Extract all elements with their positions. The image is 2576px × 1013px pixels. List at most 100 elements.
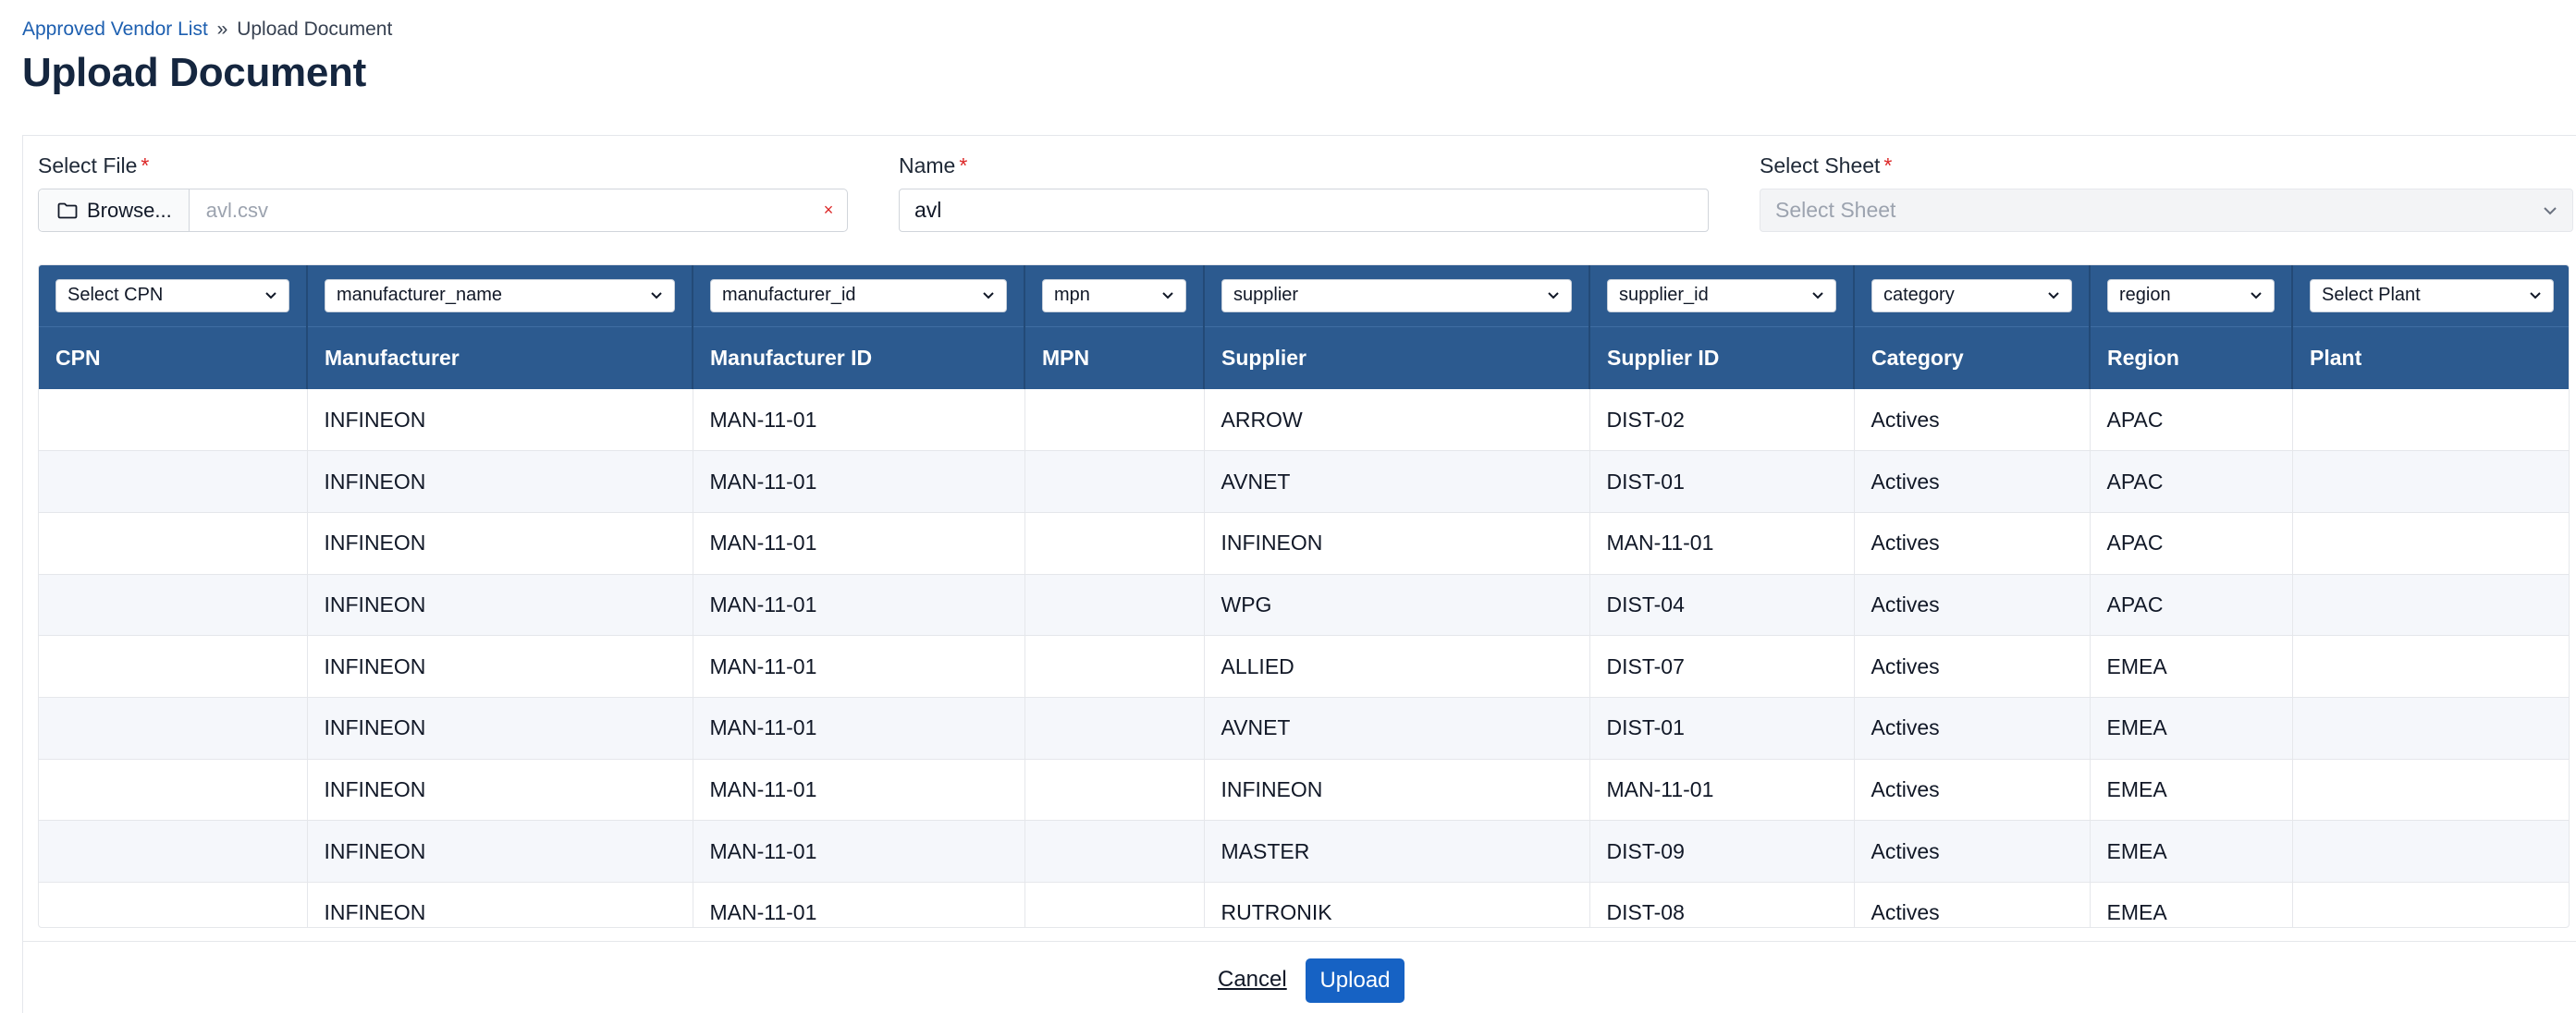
table-cell: APAC xyxy=(2090,512,2293,575)
table-cell xyxy=(2292,389,2569,452)
column-mapping-value: supplier xyxy=(1233,285,1299,306)
file-picker: Browse... avl.csv × xyxy=(38,189,848,232)
column-mapping-value: mpn xyxy=(1054,285,1090,306)
table-row: INFINEON MAN-11-01 ARROW DIST-02 Actives APAC xyxy=(39,389,2569,452)
browse-button[interactable]: Browse... xyxy=(39,189,190,231)
table-cell: WPG xyxy=(1204,574,1590,637)
table-cell xyxy=(1024,635,1205,698)
table-cell xyxy=(1024,512,1205,575)
table-cell: INFINEON xyxy=(307,450,693,513)
chevron-down-icon xyxy=(1812,292,1823,299)
breadcrumb-separator: » xyxy=(216,18,228,40)
table-cell: MAN-11-01 xyxy=(693,882,1025,927)
table-cell: RUTRONIK xyxy=(1204,882,1590,927)
table-row: INFINEON MAN-11-01 MASTER DIST-09 Actives EME… xyxy=(39,820,2569,883)
table-cell: APAC xyxy=(2090,450,2293,513)
table-cell: EMEA xyxy=(2090,882,2293,927)
table-cell: DIST-01 xyxy=(1589,450,1855,513)
column-header-plant: Plant xyxy=(2292,325,2569,389)
name-input[interactable] xyxy=(899,189,1709,232)
table-cell xyxy=(2292,882,2569,927)
table-cell: DIST-04 xyxy=(1589,574,1855,637)
column-header-supplier: Supplier xyxy=(1204,325,1590,389)
table-cell xyxy=(2292,635,2569,698)
selected-file-name: avl.csv xyxy=(205,198,268,222)
table-cell: Actives xyxy=(1854,512,2091,575)
table-cell xyxy=(2292,512,2569,575)
table-cell: APAC xyxy=(2090,389,2293,452)
mapping-cell: Select CPN xyxy=(39,265,308,326)
column-mapping-select-category[interactable]: category xyxy=(1871,278,2072,312)
table-cell: MAN-11-01 xyxy=(693,697,1025,760)
table-cell: DIST-02 xyxy=(1589,389,1855,452)
table-cell: INFINEON xyxy=(307,512,693,575)
table-cell: INFINEON xyxy=(1204,512,1590,575)
table-cell: Actives xyxy=(1854,389,2091,452)
select-file-label-text: Select File xyxy=(38,153,138,177)
table-cell xyxy=(2292,697,2569,760)
column-mapping-value: category xyxy=(1883,285,1955,306)
mapping-cell: region xyxy=(2090,265,2293,326)
column-mapping-value: Select Plant xyxy=(2322,285,2421,306)
table-cell: DIST-08 xyxy=(1589,882,1855,927)
cancel-button[interactable]: Cancel xyxy=(1218,967,1287,993)
column-mapping-row: Select CPN manufacturer_name manufacture… xyxy=(39,265,2569,326)
select-sheet-dropdown[interactable]: Select Sheet xyxy=(1760,189,2573,232)
table-cell: Actives xyxy=(1854,574,2091,637)
table-row: INFINEON MAN-11-01 WPG DIST-04 Actives APAC xyxy=(39,574,2569,637)
table-cell: INFINEON xyxy=(307,389,693,452)
chevron-down-icon xyxy=(651,292,662,299)
mapping-cell: manufacturer_name xyxy=(307,265,693,326)
page-title: Upload Document xyxy=(22,50,366,95)
table-cell: EMEA xyxy=(2090,635,2293,698)
column-mapping-select-manufacturer[interactable]: manufacturer_name xyxy=(325,278,675,312)
table-cell xyxy=(1024,697,1205,760)
footer-divider xyxy=(22,941,2576,942)
column-header-cpn: CPN xyxy=(39,325,308,389)
column-header-supplier-id: Supplier ID xyxy=(1589,325,1855,389)
table-cell xyxy=(1024,450,1205,513)
table-cell xyxy=(2292,759,2569,822)
required-mark: * xyxy=(959,153,968,177)
chevron-down-icon xyxy=(2544,206,2557,214)
table-cell: APAC xyxy=(2090,574,2293,637)
upload-button[interactable]: Upload xyxy=(1306,958,1405,1003)
column-header-mpn: MPN xyxy=(1024,325,1205,389)
column-mapping-select-supplier[interactable]: supplier xyxy=(1221,278,1572,312)
column-mapping-value: Select CPN xyxy=(67,285,164,306)
column-mapping-select-cpn[interactable]: Select CPN xyxy=(55,278,289,312)
table-cell: INFINEON xyxy=(307,697,693,760)
column-mapping-select-mpn[interactable]: mpn xyxy=(1042,278,1186,312)
preview-table-container[interactable]: Select CPN manufacturer_name manufacture… xyxy=(38,264,2570,928)
column-mapping-select-manufacturer-id[interactable]: manufacturer_id xyxy=(710,278,1007,312)
table-cell xyxy=(39,820,308,883)
name-label-text: Name xyxy=(899,153,956,177)
column-mapping-select-plant[interactable]: Select Plant xyxy=(2310,278,2554,312)
table-cell: AVNET xyxy=(1204,450,1590,513)
table-cell xyxy=(2292,574,2569,637)
chevron-down-icon xyxy=(1548,292,1559,299)
close-icon[interactable]: × xyxy=(810,201,847,220)
breadcrumb: Approved Vendor List » Upload Document xyxy=(22,18,392,41)
table-cell: MAN-11-01 xyxy=(693,450,1025,513)
table-cell: MAN-11-01 xyxy=(693,759,1025,822)
mapping-cell: manufacturer_id xyxy=(693,265,1025,326)
select-sheet-label: Select Sheet * xyxy=(1760,153,1892,178)
table-cell xyxy=(39,635,308,698)
required-mark: * xyxy=(1883,153,1893,177)
column-mapping-select-supplier-id[interactable]: supplier_id xyxy=(1607,278,1836,312)
table-cell: MAN-11-01 xyxy=(693,389,1025,452)
table-cell: INFINEON xyxy=(307,820,693,883)
table-cell: ARROW xyxy=(1204,389,1590,452)
table-cell: DIST-09 xyxy=(1589,820,1855,883)
column-header-category: Category xyxy=(1854,325,2091,389)
chevron-down-icon xyxy=(2251,292,2262,299)
column-mapping-select-region[interactable]: region xyxy=(2107,278,2275,312)
browse-button-label: Browse... xyxy=(87,198,172,222)
table-row: INFINEON MAN-11-01 INFINEON MAN-11-01 Active… xyxy=(39,512,2569,575)
required-mark: * xyxy=(141,153,150,177)
select-file-label: Select File * xyxy=(38,153,149,178)
breadcrumb-link-approved-vendor-list[interactable]: Approved Vendor List xyxy=(22,18,208,40)
table-cell: AVNET xyxy=(1204,697,1590,760)
table-cell xyxy=(39,759,308,822)
